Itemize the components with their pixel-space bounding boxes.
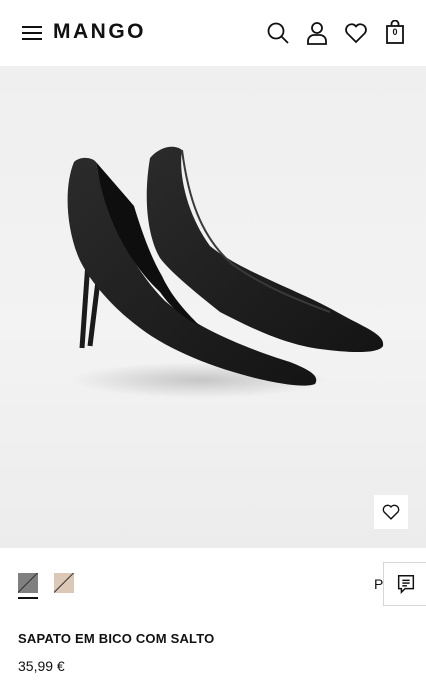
- bag-icon[interactable]: 0: [382, 20, 408, 46]
- cart-count: 0: [392, 27, 398, 37]
- color-swatch-black[interactable]: [18, 573, 38, 593]
- product-price: 35,99 €: [18, 658, 65, 674]
- color-swatch-nude[interactable]: [54, 573, 74, 593]
- search-icon[interactable]: [265, 20, 291, 46]
- header: MANGO 0: [0, 0, 426, 66]
- heart-icon: [382, 504, 400, 520]
- menu-icon[interactable]: [22, 25, 42, 41]
- brand-logo[interactable]: MANGO: [53, 20, 146, 44]
- product-image: [67, 146, 384, 386]
- chat-icon: [397, 575, 415, 595]
- size-hint[interactable]: P: [374, 576, 383, 592]
- chat-button[interactable]: [383, 562, 426, 606]
- wishlist-button[interactable]: [374, 495, 408, 529]
- color-swatches: [18, 573, 74, 593]
- selected-swatch-indicator: [18, 597, 38, 599]
- heart-icon[interactable]: [343, 20, 369, 46]
- product-name: SAPATO EM BICO COM SALTO: [18, 631, 215, 646]
- user-icon[interactable]: [304, 20, 330, 46]
- product-gallery[interactable]: [0, 66, 426, 548]
